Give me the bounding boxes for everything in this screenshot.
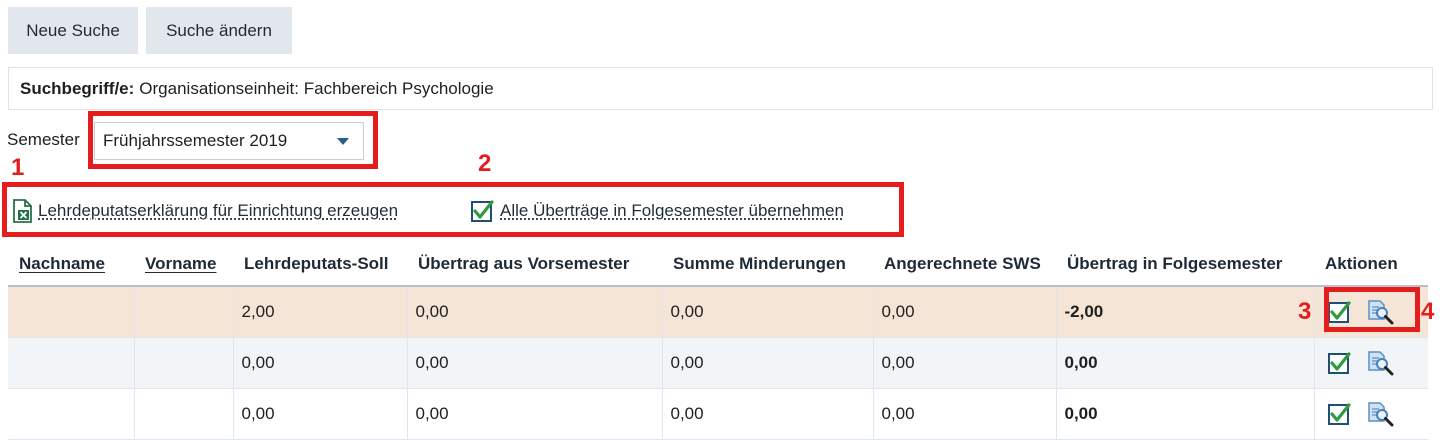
cell-uebertrag-vor: 0,00 bbox=[407, 389, 662, 440]
transfer-all-link[interactable]: Alle Überträge in Folgesemester übernehm… bbox=[470, 199, 844, 223]
cell-minderungen: 0,00 bbox=[662, 338, 873, 389]
annotation-box-semester bbox=[88, 111, 378, 169]
cell-vorname bbox=[134, 286, 233, 338]
column-header-uebertrag-folge: Übertrag in Folgesemester bbox=[1056, 243, 1314, 286]
search-terms-box: Suchbegriff/e: Organisationseinheit: Fac… bbox=[8, 67, 1433, 110]
semester-label: Semester bbox=[7, 130, 80, 150]
cell-uebertrag-folge: -2,00 bbox=[1056, 286, 1314, 338]
cell-nachname bbox=[8, 286, 134, 338]
cell-nachname bbox=[8, 338, 134, 389]
search-terms-value: Organisationseinheit: Fachbereich Psycho… bbox=[139, 79, 493, 99]
annotation-number-4: 4 bbox=[1421, 298, 1434, 326]
search-terms-label: Suchbegriff/e: bbox=[20, 79, 134, 99]
transfer-all-link-text: Alle Überträge in Folgesemester übernehm… bbox=[500, 201, 844, 221]
annotation-number-3: 3 bbox=[1298, 298, 1311, 326]
cell-minderungen: 0,00 bbox=[662, 389, 873, 440]
table-row: 2,00 0,00 0,00 0,00 -2,00 bbox=[8, 286, 1428, 338]
cell-angerechnet: 0,00 bbox=[873, 286, 1056, 338]
cell-actions bbox=[1314, 338, 1428, 389]
annotation-number-2: 2 bbox=[478, 150, 491, 178]
table-row: 0,00 0,00 0,00 0,00 0,00 bbox=[8, 338, 1428, 389]
table-row: 0,00 0,00 0,00 0,00 0,00 bbox=[8, 389, 1428, 440]
column-header-aktionen: Aktionen bbox=[1314, 243, 1428, 286]
cell-uebertrag-vor: 0,00 bbox=[407, 338, 662, 389]
annotation-number-1: 1 bbox=[11, 154, 24, 182]
cell-soll: 0,00 bbox=[233, 338, 407, 389]
column-header-soll: Lehrdeputats-Soll bbox=[233, 243, 407, 286]
checkbox-check-icon bbox=[470, 199, 494, 223]
change-search-button[interactable]: Suche ändern bbox=[146, 7, 292, 54]
new-search-button[interactable]: Neue Suche bbox=[8, 7, 138, 54]
cell-vorname bbox=[134, 389, 233, 440]
column-header-vorname[interactable]: Vorname bbox=[134, 243, 233, 286]
column-header-minderungen: Summe Minderungen bbox=[662, 243, 873, 286]
annotation-box-row-actions bbox=[1324, 287, 1420, 332]
cell-vorname bbox=[134, 338, 233, 389]
document-search-icon[interactable] bbox=[1367, 350, 1395, 376]
cell-nachname bbox=[8, 389, 134, 440]
teaching-load-table: Nachname Vorname Lehrdeputats-Soll Übert… bbox=[8, 243, 1428, 440]
column-header-uebertrag-vor: Übertrag aus Vorsemester bbox=[407, 243, 662, 286]
cell-uebertrag-folge: 0,00 bbox=[1056, 338, 1314, 389]
create-declaration-link[interactable]: Lehrdeputatserklärung für Einrichtung er… bbox=[12, 199, 398, 223]
cell-soll: 2,00 bbox=[233, 286, 407, 338]
column-header-angerechnet: Angerechnete SWS bbox=[873, 243, 1056, 286]
cell-uebertrag-vor: 0,00 bbox=[407, 286, 662, 338]
cell-minderungen: 0,00 bbox=[662, 286, 873, 338]
transfer-checkbox-icon[interactable] bbox=[1327, 402, 1351, 426]
table-header-row: Nachname Vorname Lehrdeputats-Soll Übert… bbox=[8, 243, 1428, 286]
cell-soll: 0,00 bbox=[233, 389, 407, 440]
transfer-checkbox-icon[interactable] bbox=[1327, 351, 1351, 375]
column-header-nachname[interactable]: Nachname bbox=[8, 243, 134, 286]
cell-uebertrag-folge: 0,00 bbox=[1056, 389, 1314, 440]
cell-actions bbox=[1314, 389, 1428, 440]
create-declaration-link-text: Lehrdeputatserklärung für Einrichtung er… bbox=[38, 201, 398, 221]
excel-file-icon bbox=[12, 199, 32, 223]
cell-angerechnet: 0,00 bbox=[873, 338, 1056, 389]
cell-angerechnet: 0,00 bbox=[873, 389, 1056, 440]
document-search-icon[interactable] bbox=[1367, 401, 1395, 427]
